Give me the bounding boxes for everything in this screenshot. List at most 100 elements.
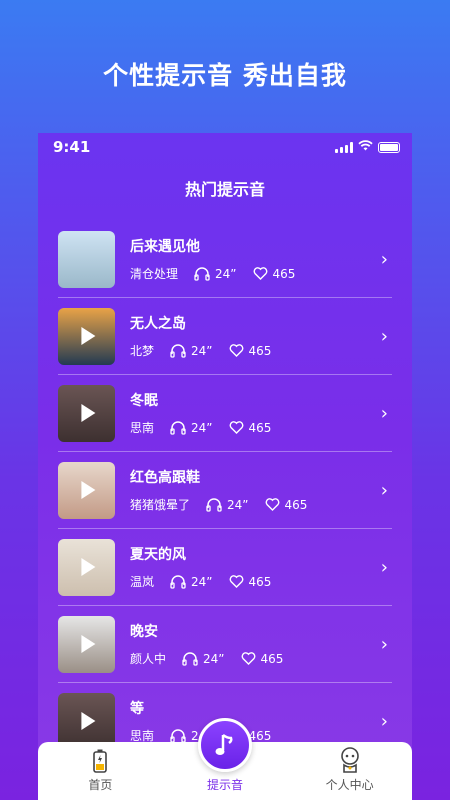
- heart-icon: [265, 498, 279, 511]
- likes[interactable]: 465: [265, 497, 308, 512]
- song-artist: 猪猪饿晕了: [130, 498, 191, 512]
- play-icon: [80, 712, 95, 730]
- play-icon: [80, 481, 95, 499]
- play-icon: [80, 635, 95, 653]
- promo-headline: 个性提示音 秀出自我: [103, 61, 347, 90]
- song-info: 红色高跟鞋 猪猪饿晕了 24” 465: [130, 467, 381, 513]
- list-item[interactable]: 红色高跟鞋 猪猪饿晕了 24” 465 ›: [58, 452, 392, 529]
- duration-text: 24”: [191, 343, 213, 358]
- song-info: 冬眠 思南 24” 465: [130, 390, 381, 436]
- likes[interactable]: 465: [253, 267, 295, 281]
- song-meta: 颜人中 24” 465: [130, 650, 381, 667]
- duration: 24”: [170, 344, 213, 358]
- chevron-right-icon[interactable]: ›: [381, 557, 388, 578]
- battery-icon: [93, 745, 108, 773]
- song-artist: 北梦: [130, 344, 155, 358]
- chevron-right-icon[interactable]: ›: [381, 711, 388, 732]
- tab-profile[interactable]: 个人中心: [295, 745, 405, 793]
- chevron-right-icon[interactable]: ›: [381, 634, 388, 655]
- song-info: 后来遇见他 清仓处理 24” 465: [130, 236, 381, 282]
- tab-home-label: 首页: [88, 778, 113, 792]
- list-item[interactable]: 晚安 颜人中 24” 465 ›: [58, 606, 392, 683]
- headphones-icon: [182, 651, 198, 666]
- headphones-icon: [170, 574, 186, 589]
- likes-count: 465: [248, 728, 272, 743]
- heart-icon: [229, 344, 243, 357]
- phone-screen: 9:41 热门提示音 后来遇见他 清仓处理 24” 465 › 无人之岛 北梦 …: [38, 133, 412, 800]
- list-item[interactable]: 后来遇见他 清仓处理 24” 465 ›: [58, 221, 392, 298]
- wifi-icon: [358, 140, 373, 154]
- headphones-icon: [206, 497, 222, 512]
- likes[interactable]: 465: [241, 651, 284, 666]
- heart-icon: [241, 652, 255, 665]
- song-thumbnail[interactable]: [58, 307, 115, 365]
- likes[interactable]: 465: [229, 421, 271, 435]
- likes-count: 465: [284, 497, 308, 512]
- song-thumbnail[interactable]: [58, 384, 115, 442]
- duration-text: 24”: [227, 497, 249, 512]
- chevron-right-icon[interactable]: ›: [381, 326, 388, 347]
- headphones-icon: [170, 420, 186, 435]
- song-artist: 颜人中: [130, 652, 167, 666]
- likes-count: 465: [248, 574, 272, 589]
- ringtone-list: 后来遇见他 清仓处理 24” 465 › 无人之岛 北梦 24” 465 › 冬…: [58, 221, 392, 760]
- song-thumbnail[interactable]: [58, 615, 115, 673]
- robot-icon: [338, 745, 362, 773]
- tab-home[interactable]: 首页: [45, 745, 155, 793]
- duration: 24”: [194, 267, 237, 281]
- play-icon: [80, 327, 95, 345]
- song-title: 无人之岛: [130, 316, 186, 332]
- headphones-icon: [194, 266, 210, 281]
- song-meta: 清仓处理 24” 465: [130, 265, 381, 282]
- likes-count: 465: [248, 343, 272, 358]
- duration-text: 24”: [203, 651, 225, 666]
- song-artist: 温岚: [130, 575, 155, 589]
- chevron-right-icon[interactable]: ›: [381, 249, 388, 270]
- duration: 24”: [182, 652, 225, 666]
- headphones-icon: [170, 343, 186, 358]
- duration-text: 24”: [191, 574, 213, 589]
- chevron-right-icon[interactable]: ›: [381, 403, 388, 424]
- status-time: 9:41: [53, 138, 91, 156]
- page-title: 热门提示音: [184, 180, 265, 199]
- duration: 24”: [206, 498, 249, 512]
- status-icons: [335, 140, 400, 154]
- song-thumbnail[interactable]: [58, 230, 115, 288]
- tab-profile-label: 个人中心: [325, 778, 374, 792]
- song-title: 红色高跟鞋: [130, 470, 200, 486]
- song-meta: 猪猪饿晕了 24” 465: [130, 496, 381, 513]
- play-icon: [80, 404, 95, 422]
- likes[interactable]: 465: [229, 343, 272, 358]
- duration: 24”: [170, 575, 213, 589]
- song-thumbnail[interactable]: [58, 538, 115, 596]
- song-artist: 思南: [130, 421, 155, 435]
- song-artist: 清仓处理: [130, 267, 179, 281]
- signal-icon: [335, 141, 353, 153]
- song-info: 无人之岛 北梦 24” 465: [130, 313, 381, 359]
- song-info: 夏天的风 温岚 24” 465: [130, 544, 381, 590]
- likes-count: 465: [260, 651, 284, 666]
- song-title: 后来遇见他: [130, 239, 200, 255]
- music-note-icon[interactable]: [198, 718, 252, 772]
- song-thumbnail[interactable]: [58, 461, 115, 519]
- song-meta: 北梦 24” 465: [130, 342, 381, 359]
- song-title: 晚安: [130, 624, 158, 640]
- heart-icon: [229, 575, 243, 588]
- song-title: 夏天的风: [130, 547, 186, 563]
- song-info: 晚安 颜人中 24” 465: [130, 621, 381, 667]
- battery-status-icon: [378, 141, 400, 153]
- list-item[interactable]: 冬眠 思南 24” 465 ›: [58, 375, 392, 452]
- headphones-icon: [170, 728, 186, 743]
- song-meta: 思南 24” 465: [130, 419, 381, 436]
- duration-text: 24”: [191, 420, 213, 435]
- heart-icon: [253, 267, 267, 280]
- status-bar: 9:41: [38, 133, 412, 161]
- chevron-right-icon[interactable]: ›: [381, 480, 388, 501]
- heart-icon: [229, 421, 243, 434]
- list-item[interactable]: 夏天的风 温岚 24” 465 ›: [58, 529, 392, 606]
- likes[interactable]: 465: [229, 574, 272, 589]
- duration: 24”: [170, 421, 213, 435]
- play-icon: [80, 558, 95, 576]
- song-thumbnail[interactable]: [58, 692, 115, 750]
- list-item[interactable]: 无人之岛 北梦 24” 465 ›: [58, 298, 392, 375]
